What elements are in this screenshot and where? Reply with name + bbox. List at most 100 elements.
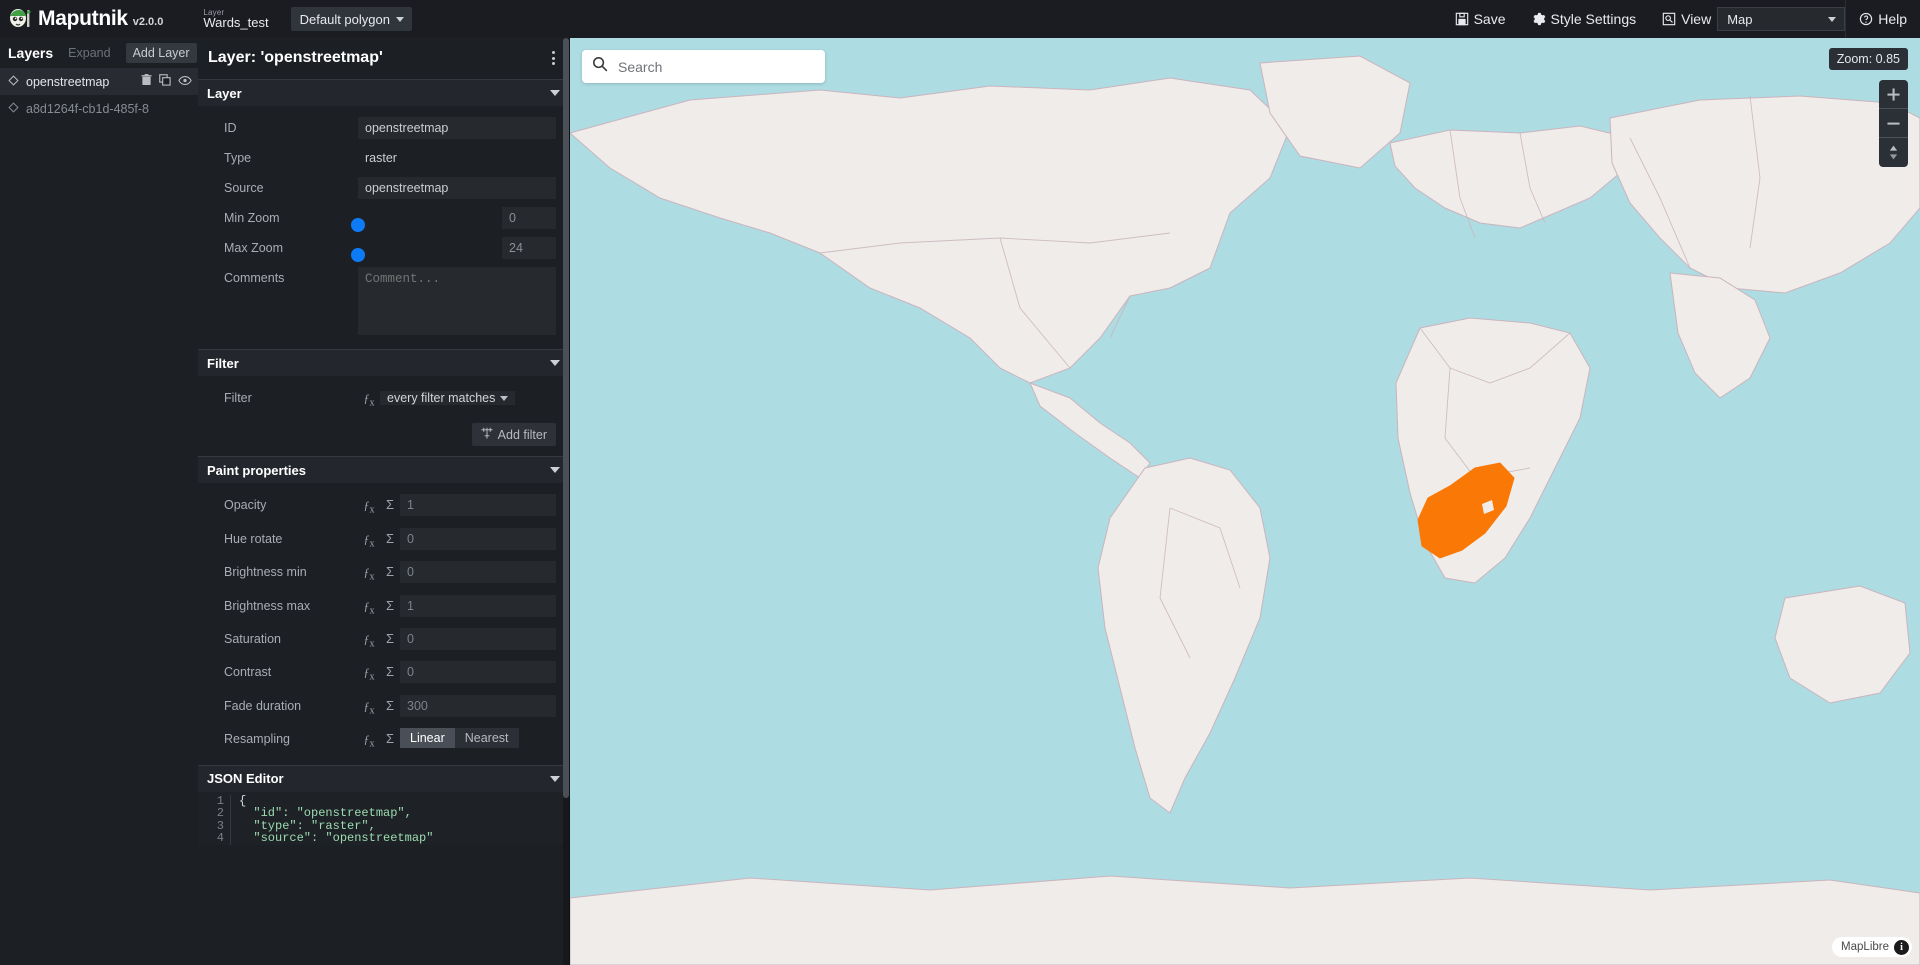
expression-fx-icon[interactable]: ƒx: [358, 695, 380, 722]
json-editor[interactable]: 1234 { "id": "openstreetmap", "type": "r…: [198, 791, 569, 845]
layer-name: a8d1264f-cb1d-485f-8: [26, 101, 150, 116]
zoom-function-icon[interactable]: Σ: [380, 595, 400, 617]
field-label: Max Zoom: [224, 241, 284, 255]
field-label: Opacity: [224, 498, 267, 513]
zoom-function-icon[interactable]: Σ: [380, 628, 400, 650]
map-attribution: MapLibre i: [1832, 937, 1912, 957]
trash-icon[interactable]: [141, 74, 152, 89]
field-label: ID: [224, 121, 237, 135]
add-layer-button[interactable]: Add Layer: [125, 43, 197, 63]
slider-knob[interactable]: [351, 248, 365, 262]
layer-actions: [141, 74, 192, 89]
search-input[interactable]: [618, 58, 815, 75]
zoom-out-button[interactable]: [1879, 109, 1908, 138]
view-button[interactable]: View: [1649, 0, 1715, 38]
section-header-paint[interactable]: Paint properties: [198, 456, 569, 484]
json-line: "source": "openstreetmap": [239, 831, 434, 845]
layer-list-item-openstreetmap[interactable]: openstreetmap: [0, 68, 198, 95]
section-body-paint: Opacity ƒx Σ 1 Hue rotate ƒx Σ 0 Brightness min ƒ…: [198, 483, 569, 764]
field-row-max-zoom: Max Zoom 24: [198, 234, 569, 264]
paint-value-input[interactable]: 1: [400, 494, 556, 517]
help-label: Help: [1878, 11, 1907, 27]
slider-knob[interactable]: [351, 218, 365, 232]
field-label: Contrast: [224, 665, 272, 680]
expression-fx-icon[interactable]: ƒx: [358, 494, 380, 521]
style-preset-select[interactable]: Default polygon: [290, 7, 412, 31]
min-zoom-input[interactable]: 0: [502, 207, 556, 229]
section-header-filter[interactable]: Filter: [198, 349, 569, 376]
duplicate-icon[interactable]: [159, 74, 171, 89]
field-row-filter: Filter ƒx every filter matches: [198, 384, 569, 417]
section-header-layer[interactable]: Layer: [198, 79, 569, 106]
chevron-down-icon: [395, 17, 404, 22]
layer-source-input[interactable]: openstreetmap: [358, 177, 556, 199]
json-line-number: 2: [216, 806, 224, 821]
expression-fx-icon[interactable]: ƒx: [358, 387, 380, 414]
zoom-function-icon[interactable]: Σ: [380, 695, 400, 717]
json-line-number: 4: [216, 831, 224, 845]
field-label: Brightness max: [224, 598, 311, 613]
zoom-function-icon[interactable]: Σ: [380, 661, 400, 683]
expand-layers-button[interactable]: Expand: [61, 43, 117, 63]
field-label: Hue rotate: [224, 531, 283, 546]
paint-value-input[interactable]: 0: [400, 661, 556, 684]
view-mode-select[interactable]: Map: [1717, 7, 1846, 31]
map-canvas[interactable]: Zoom: 0.85 MapLibre i: [570, 38, 1920, 965]
paint-value-input[interactable]: 1: [400, 594, 556, 617]
zoom-function-icon[interactable]: Σ: [380, 528, 400, 550]
expression-fx-icon[interactable]: ƒx: [358, 661, 380, 688]
filter-icon: [481, 427, 493, 442]
expression-fx-icon[interactable]: ƒx: [358, 728, 380, 755]
map-search-box[interactable]: [582, 50, 825, 83]
zoom-in-button[interactable]: [1879, 80, 1908, 109]
eye-icon[interactable]: [178, 75, 192, 89]
paint-value-input[interactable]: 0: [400, 561, 556, 584]
panel-scrollbar-thumb[interactable]: [563, 38, 569, 798]
max-zoom-input[interactable]: 24: [502, 237, 556, 259]
help-button[interactable]: Help: [1846, 0, 1920, 38]
resampling-option-nearest[interactable]: Nearest: [454, 728, 519, 749]
field-row-comments: Comments: [198, 264, 569, 343]
search-icon: [592, 56, 608, 77]
panel-menu-button[interactable]: [548, 47, 559, 69]
expression-fx-icon[interactable]: ƒx: [358, 595, 380, 622]
paint-value-input[interactable]: 0: [400, 627, 556, 650]
expression-fx-icon[interactable]: ƒx: [358, 561, 380, 588]
save-button[interactable]: Save: [1442, 0, 1519, 38]
resampling-segmented-control[interactable]: Linear Nearest: [400, 728, 556, 749]
layer-list-item-a8d1264f[interactable]: a8d1264f-cb1d-485f-8: [0, 95, 198, 122]
paint-value-input[interactable]: 0: [400, 527, 556, 550]
field-label: Min Zoom: [224, 211, 280, 225]
add-filter-button[interactable]: Add filter: [471, 423, 556, 447]
resampling-option-linear[interactable]: Linear: [400, 728, 455, 749]
chevron-down-icon: [550, 467, 560, 474]
attribution-label: MapLibre: [1841, 941, 1889, 953]
filter-type-value: every filter matches: [387, 391, 496, 405]
layer-type-icon: [8, 74, 19, 89]
section-header-json[interactable]: JSON Editor: [198, 764, 569, 792]
comments-textarea[interactable]: [358, 267, 556, 335]
paint-value-input[interactable]: 300: [400, 694, 556, 717]
style-settings-button[interactable]: Style Settings: [1519, 0, 1650, 38]
json-code[interactable]: { "id": "openstreetmap", "type": "raster…: [230, 795, 433, 845]
help-icon: [1859, 12, 1873, 26]
style-preset-value: Default polygon: [299, 11, 390, 27]
layer-id-input[interactable]: openstreetmap: [358, 117, 556, 139]
chevron-down-icon: [550, 775, 560, 782]
section-title: Paint properties: [207, 462, 306, 478]
field-label: Source: [224, 181, 264, 195]
zoom-function-icon[interactable]: Σ: [380, 728, 400, 750]
field-label: Resampling: [224, 732, 291, 747]
add-filter-row: Add filter: [198, 417, 569, 450]
expression-fx-icon[interactable]: ƒx: [358, 528, 380, 555]
view-label: View: [1681, 11, 1712, 27]
compass-reset-button[interactable]: [1879, 138, 1908, 167]
info-icon[interactable]: i: [1894, 939, 1909, 955]
zoom-function-icon[interactable]: Σ: [380, 561, 400, 583]
panel-scrollbar[interactable]: [563, 38, 569, 965]
expression-fx-icon[interactable]: ƒx: [358, 628, 380, 655]
zoom-function-icon[interactable]: Σ: [380, 494, 400, 516]
field-label: Brightness min: [224, 565, 307, 580]
filter-type-select[interactable]: every filter matches: [380, 391, 516, 405]
chevron-down-icon: [500, 396, 509, 401]
